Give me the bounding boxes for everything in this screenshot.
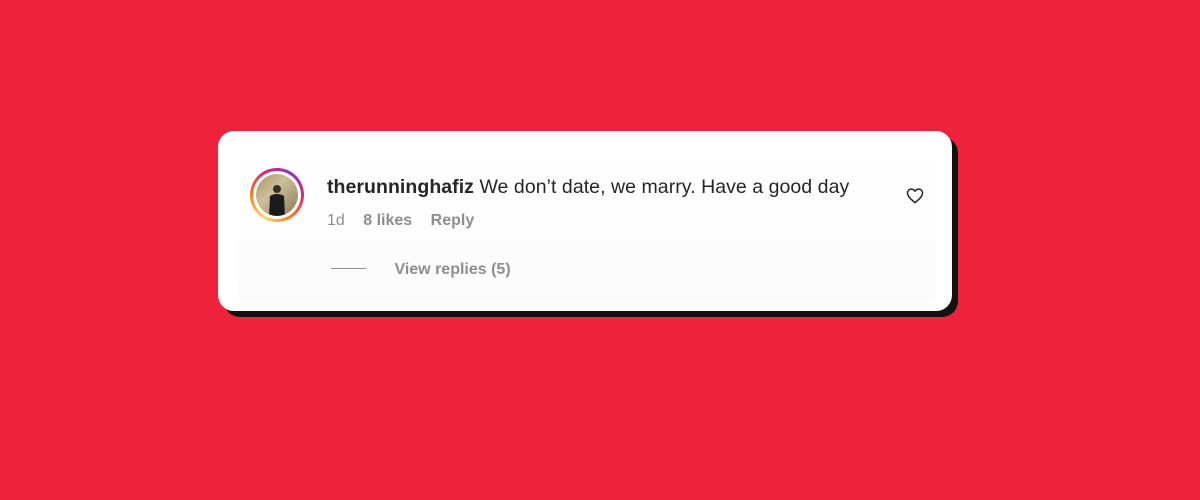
view-replies-button[interactable]: View replies (5) (331, 261, 511, 279)
avatar[interactable] (250, 168, 304, 222)
likes-count[interactable]: 8 likes (363, 212, 412, 229)
comment-meta: 1d 8 likes Reply (327, 212, 488, 230)
comment-text: We don’t date, we marry. Have a good day (479, 176, 850, 198)
view-replies-label: View replies (5) (394, 261, 511, 278)
heart-outline-icon[interactable] (906, 187, 924, 204)
avatar-border (253, 171, 301, 219)
username-link[interactable]: therunninghafiz (327, 176, 474, 198)
comment-card: therunninghafiz We don’t date, we marry.… (218, 131, 952, 311)
timestamp[interactable]: 1d (327, 212, 345, 229)
person-icon (269, 185, 285, 216)
reply-button[interactable]: Reply (431, 212, 475, 229)
replies-divider (331, 268, 366, 270)
comment-text-row: therunninghafiz We don’t date, we marry.… (327, 176, 849, 199)
avatar-photo (256, 174, 298, 216)
